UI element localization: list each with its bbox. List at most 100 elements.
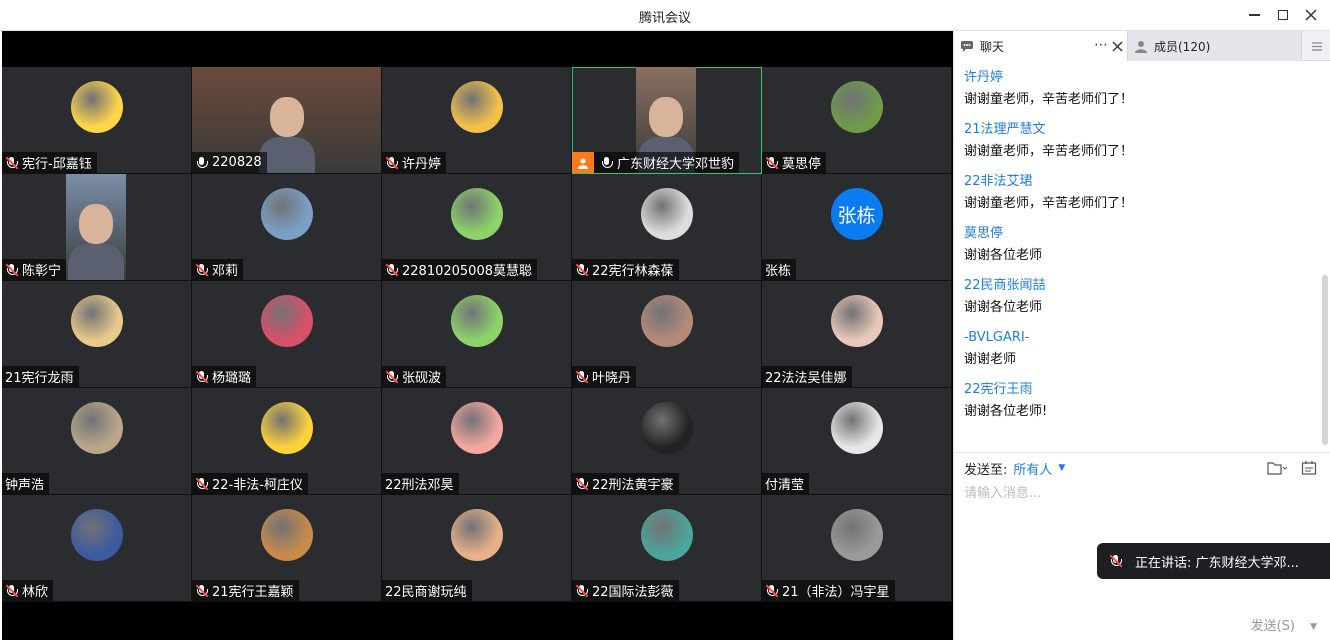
participant-name: 邓莉 (212, 264, 239, 279)
avatar (830, 81, 883, 133)
message-text: 谢谢老师 (964, 352, 1017, 367)
message-sender[interactable]: 22非法艾珺 (964, 171, 1314, 193)
avatar: 张栋 (830, 188, 883, 240)
tab-members[interactable]: 成员(120) (1127, 31, 1301, 61)
members-icon (1135, 40, 1147, 53)
chat-message: -BVLGARI- 谢谢老师 (964, 327, 1314, 379)
participant-nameplate: 叶晓丹 (572, 366, 637, 387)
speaking-text: 正在讲话: 广东财经大学邓... (1135, 555, 1299, 571)
maximize-button[interactable] (1271, 4, 1295, 26)
avatar (450, 402, 503, 454)
participant-nameplate: 莫思停 (762, 152, 827, 173)
participant-nameplate: 广东财经大学邓世豹 (572, 152, 740, 173)
muted-mic-icon (575, 584, 589, 598)
participant-nameplate: 陈彰宁 (2, 259, 67, 280)
announcement-button[interactable] (1298, 458, 1320, 478)
participant-tile[interactable]: 邓莉 (192, 174, 382, 281)
person-body (259, 137, 315, 173)
participant-tile[interactable]: 宪行-邱嘉钰 (2, 67, 192, 174)
person-silhouette (79, 204, 113, 244)
participant-name: 22刑法黄宇豪 (592, 478, 674, 493)
participant-tile[interactable]: 叶晓丹 (572, 281, 762, 388)
participant-tile[interactable]: 张栋 张栋 (762, 174, 952, 281)
participant-nameplate: 22国际法彭薇 (572, 580, 679, 601)
avatar (260, 295, 313, 347)
participant-tile[interactable]: 22民商谢玩纯 (382, 495, 572, 602)
muted-mic-icon (195, 370, 209, 384)
message-sender[interactable]: 莫思停 (964, 223, 1314, 245)
participant-tile[interactable]: 许丹婷 (382, 67, 572, 174)
avatar (450, 509, 503, 561)
participant-tile[interactable]: 22-非法-柯庄仪 (192, 388, 382, 495)
message-text: 谢谢童老师，辛苦老师们了！ (964, 144, 1134, 159)
title-bar: 腾讯会议 (0, 0, 1330, 31)
minimize-button[interactable] (1242, 4, 1266, 26)
tab-close-icon[interactable] (1112, 41, 1123, 52)
muted-mic-icon (5, 263, 19, 277)
chat-icon (961, 40, 973, 52)
chat-message: 21法理严慧文谢谢童老师，辛苦老师们了！ (964, 119, 1314, 171)
message-sender[interactable]: 许丹婷 (964, 67, 1314, 89)
participant-tile[interactable]: 22国际法彭薇 (572, 495, 762, 602)
muted-mic-icon (5, 156, 19, 170)
participant-tile[interactable]: 220828 (192, 67, 382, 174)
participant-nameplate: 21（非法）冯宇星 (762, 580, 895, 601)
participant-name: 21宪行王嘉颖 (212, 585, 294, 600)
participant-tile[interactable]: 22宪行林森葆 (572, 174, 762, 281)
participant-tile[interactable]: 21宪行龙雨 (2, 281, 192, 388)
participant-name: 21宪行龙雨 (5, 371, 74, 386)
avatar (70, 81, 123, 133)
participant-name: 22国际法彭薇 (592, 585, 674, 600)
participant-tile[interactable]: 22刑法黄宇豪 (572, 388, 762, 495)
participant-nameplate: 21宪行王嘉颖 (192, 580, 299, 601)
message-sender[interactable]: -BVLGARI- (964, 327, 1314, 349)
maximize-icon (1278, 10, 1288, 20)
scrollbar-thumb[interactable] (1322, 275, 1328, 445)
participant-tile[interactable]: 22810205008莫慧聪 (382, 174, 572, 281)
tab-chat-more-button[interactable]: ⋯ (1094, 37, 1108, 53)
message-sender[interactable]: 21法理严慧文 (964, 119, 1314, 141)
participant-tile[interactable]: 林欣 (2, 495, 192, 602)
participant-tile[interactable]: 21（非法）冯宇星 (762, 495, 952, 602)
avatar (830, 295, 883, 347)
message-input[interactable] (964, 481, 1314, 505)
participant-tile[interactable]: 莫思停 (762, 67, 952, 174)
avatar (260, 509, 313, 561)
participant-name: 钟声浩 (5, 478, 45, 493)
window-title: 腾讯会议 (638, 11, 691, 26)
message-sender[interactable]: 22民商张闻喆 (964, 275, 1314, 297)
avatar (640, 295, 693, 347)
file-button[interactable] (1266, 458, 1288, 478)
person-body (68, 244, 124, 280)
participant-nameplate: 宪行-邱嘉钰 (2, 152, 97, 173)
participant-tile[interactable]: 22刑法邓昊 (382, 388, 572, 495)
participant-nameplate: 付清莹 (762, 473, 810, 494)
participant-nameplate: 张砚波 (382, 366, 447, 387)
participant-tile[interactable]: 22法法吴佳娜 (762, 281, 952, 388)
participant-nameplate: 22法法吴佳娜 (762, 366, 852, 387)
participant-name: 林欣 (22, 585, 49, 600)
send-to-selector[interactable]: 发送至: 所有人 ▼ (964, 458, 1065, 478)
close-button[interactable] (1299, 4, 1323, 26)
participant-tile[interactable]: 付清莹 (762, 388, 952, 495)
message-text: 谢谢各位老师 (964, 300, 1043, 315)
chat-scrollbar[interactable] (1322, 65, 1328, 445)
participant-tile[interactable]: 钟声浩 (2, 388, 192, 495)
participant-tile[interactable]: 张砚波 (382, 281, 572, 388)
participant-tile[interactable]: 21宪行王嘉颖 (192, 495, 382, 602)
message-sender[interactable]: 22宪行王雨 (964, 379, 1314, 401)
tab-chat[interactable]: 聊天 ⋯ (954, 31, 1127, 61)
avatar (640, 509, 693, 561)
participant-tile[interactable]: 杨璐璐 (192, 281, 382, 388)
send-options-chevron-icon[interactable]: ▼ (1310, 622, 1317, 632)
participant-tile[interactable]: 广东财经大学邓世豹 (572, 67, 762, 174)
send-button[interactable]: 发送(S) (1251, 615, 1295, 634)
sidebar-menu-button[interactable] (1301, 31, 1330, 61)
participant-name: 22法法吴佳娜 (765, 371, 847, 386)
send-to-target[interactable]: 所有人 (1013, 459, 1052, 478)
avatar (640, 188, 693, 240)
participant-tile[interactable]: 陈彰宁 (2, 174, 192, 281)
message-text: 谢谢童老师，辛苦老师们了！ (964, 196, 1134, 211)
participant-name: 22-非法-柯庄仪 (212, 478, 303, 493)
avatar (830, 509, 883, 561)
